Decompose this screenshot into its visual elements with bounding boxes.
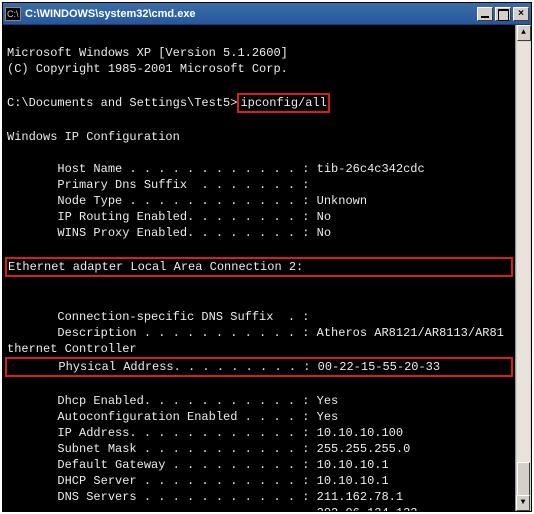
scroll-down-button[interactable]: ▼ bbox=[516, 495, 530, 511]
prompt: C:\Documents and Settings\Test5> bbox=[7, 96, 237, 110]
adapter-header: Ethernet adapter Local Area Connection 2… bbox=[8, 260, 303, 274]
scroll-track[interactable] bbox=[517, 42, 530, 494]
description-cont: thernet Controller bbox=[7, 342, 137, 356]
command-highlight: ipconfig/all bbox=[237, 93, 329, 113]
cmd-icon: C:\ bbox=[5, 7, 21, 21]
adapter-header-highlight: Ethernet adapter Local Area Connection 2… bbox=[5, 257, 513, 277]
titlebar[interactable]: C:\ C:\WINDOWS\system32\cmd.exe × bbox=[3, 3, 531, 25]
os-header: Microsoft Windows XP [Version 5.1.2600] bbox=[7, 46, 288, 60]
nodetype-row: Node Type . . . . . . . . . . . . : Unkn… bbox=[7, 194, 367, 208]
dnssrv-row1: DNS Servers . . . . . . . . . . . : 211.… bbox=[7, 490, 403, 504]
scroll-up-button[interactable]: ▲ bbox=[517, 25, 531, 41]
dhcpsrv-row: DHCP Server . . . . . . . . . . . : 10.1… bbox=[7, 474, 389, 488]
copyright: (C) Copyright 1985-2001 Microsoft Corp. bbox=[7, 62, 288, 76]
gateway-row: Default Gateway . . . . . . . . . : 10.1… bbox=[7, 458, 389, 472]
console-output[interactable]: Microsoft Windows XP [Version 5.1.2600] … bbox=[3, 25, 515, 511]
client-area: Microsoft Windows XP [Version 5.1.2600] … bbox=[3, 25, 531, 511]
dnssrv-row2: 202.96.134.133 bbox=[7, 506, 417, 511]
maximize-button[interactable] bbox=[495, 7, 511, 21]
vertical-scrollbar[interactable]: ▲ ▼ bbox=[515, 25, 531, 511]
primarydns-row: Primary Dns Suffix . . . . . . . : bbox=[7, 178, 309, 192]
physaddr-row: Physical Address. . . . . . . . . : 00-2… bbox=[8, 360, 440, 374]
ipaddr-row: IP Address. . . . . . . . . . . . : 10.1… bbox=[7, 426, 403, 440]
hostname-row: Host Name . . . . . . . . . . . . : tib-… bbox=[7, 162, 425, 176]
subnet-row: Subnet Mask . . . . . . . . . . . : 255.… bbox=[7, 442, 410, 456]
winsproxy-row: WINS Proxy Enabled. . . . . . . . : No bbox=[7, 226, 331, 240]
command-text: ipconfig/all bbox=[240, 96, 326, 110]
dhcp-row: Dhcp Enabled. . . . . . . . . . . : Yes bbox=[7, 394, 338, 408]
autocfg-row: Autoconfiguration Enabled . . . . : Yes bbox=[7, 410, 338, 424]
minimize-button[interactable] bbox=[477, 7, 493, 21]
connsuffix-row: Connection-specific DNS Suffix . : bbox=[7, 310, 309, 324]
iprouting-row: IP Routing Enabled. . . . . . . . : No bbox=[7, 210, 331, 224]
window-title: C:\WINDOWS\system32\cmd.exe bbox=[25, 8, 477, 20]
physaddr-highlight: Physical Address. . . . . . . . . : 00-2… bbox=[5, 357, 513, 377]
cmd-window: C:\ C:\WINDOWS\system32\cmd.exe × Micros… bbox=[2, 2, 532, 512]
ipconfig-header: Windows IP Configuration bbox=[7, 130, 180, 144]
scroll-thumb[interactable] bbox=[517, 462, 530, 498]
close-button[interactable]: × bbox=[513, 7, 529, 21]
window-controls: × bbox=[477, 7, 529, 21]
description-row: Description . . . . . . . . . . . : Athe… bbox=[7, 326, 504, 340]
